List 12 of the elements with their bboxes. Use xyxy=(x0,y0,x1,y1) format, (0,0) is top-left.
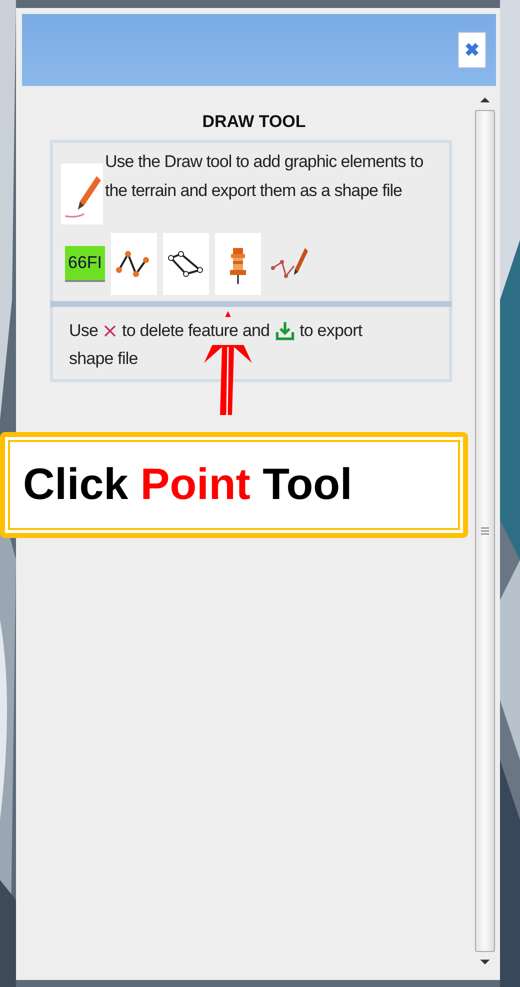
pencil-icon xyxy=(61,163,103,225)
callout-text: Click Point Tool xyxy=(0,432,468,538)
hint-text: to delete feature and xyxy=(122,317,270,345)
polygon-tool-icon[interactable] xyxy=(163,233,209,295)
close-button[interactable]: ✖ xyxy=(458,32,486,68)
line-tool-icon[interactable] xyxy=(111,233,157,295)
download-icon xyxy=(274,321,295,341)
close-icon xyxy=(103,324,118,338)
panel-title: DRAW TOOL xyxy=(201,112,307,132)
intro-text: Use the Draw tool to add graphic elements to the terrain and export them as a shape file xyxy=(105,151,424,202)
color-swatch-button[interactable]: 66FI xyxy=(65,246,105,282)
pin-tool-icon[interactable] xyxy=(215,233,261,295)
